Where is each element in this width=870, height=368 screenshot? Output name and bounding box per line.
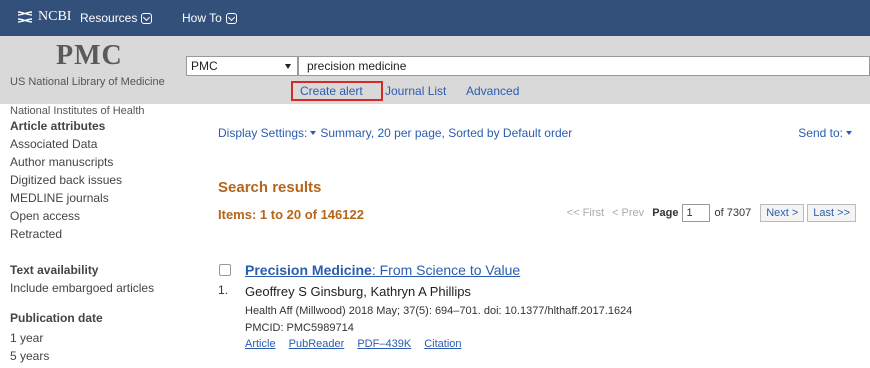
ncbi-logo-text: NCBI: [38, 9, 72, 24]
result-title-rest: : From Science to Value: [371, 262, 521, 278]
create-alert-highlight-box: [291, 81, 383, 101]
filter-5-years[interactable]: 5 years: [10, 349, 49, 363]
pdf-link[interactable]: PDF–439K: [357, 338, 411, 350]
sidebar-filters: National Institutes of Health Article at…: [0, 104, 185, 368]
ncbi-logo[interactable]: NCBI: [16, 9, 71, 25]
result-pmcid: PMCID: PMC5989714: [245, 322, 354, 334]
pubreader-link[interactable]: PubReader: [289, 338, 345, 350]
filter-open-access[interactable]: Open access: [10, 209, 80, 223]
article-link[interactable]: Article: [245, 338, 276, 350]
filter-associated-data[interactable]: Associated Data: [10, 137, 97, 151]
ncbi-top-bar: NCBI Resources How To: [0, 0, 870, 36]
search-input[interactable]: precision medicine: [298, 56, 870, 76]
send-to-label: Send to:: [798, 126, 843, 140]
advanced-link[interactable]: Advanced: [466, 84, 519, 98]
ncbi-helix-icon: [17, 11, 33, 23]
pmc-logo[interactable]: PMC: [56, 40, 123, 72]
pmc-header: PMC US National Library of Medicine PMC …: [0, 36, 870, 104]
filter-include-embargoed[interactable]: Include embargoed articles: [10, 281, 154, 295]
menu-how-to[interactable]: How To: [182, 11, 237, 25]
menu-resources[interactable]: Resources: [80, 11, 153, 25]
items-count: Items: 1 to 20 of 146122: [218, 207, 364, 222]
result-citation: Health Aff (Millwood) 2018 May; 37(5): 6…: [245, 305, 633, 317]
caret-down-icon: [310, 130, 317, 135]
filter-retracted[interactable]: Retracted: [10, 227, 62, 241]
page-number-input[interactable]: 1: [682, 204, 711, 222]
database-select[interactable]: PMC: [186, 56, 298, 76]
filter-heading-text-availability: Text availability: [10, 263, 99, 277]
result-title-highlight: Precision Medicine: [245, 262, 372, 278]
journal-list-link[interactable]: Journal List: [385, 84, 446, 98]
chevron-down-icon: [225, 12, 237, 24]
pager-first: << First: [566, 207, 605, 219]
library-name: US National Library of Medicine: [10, 76, 165, 88]
search-results-heading: Search results: [218, 179, 322, 196]
filter-author-manuscripts[interactable]: Author manuscripts: [10, 155, 113, 169]
pagination: << First < Prev Page 1 of 7307 Next > La…: [567, 203, 856, 223]
next-page-button[interactable]: Next >: [760, 204, 805, 222]
result-authors: Geoffrey S Ginsburg, Kathryn A Phillips: [245, 284, 471, 299]
result-number: 1.: [218, 283, 229, 297]
result-checkbox[interactable]: [219, 264, 231, 276]
database-select-value: PMC: [191, 59, 218, 73]
menu-how-to-label: How To: [182, 11, 222, 25]
filter-digitized-back-issues[interactable]: Digitized back issues: [10, 173, 122, 187]
filter-medline-journals[interactable]: MEDLINE journals: [10, 191, 109, 205]
dropdown-arrow-icon: [285, 64, 291, 69]
filter-heading-publication-date: Publication date: [10, 311, 103, 325]
institute-name: National Institutes of Health: [10, 105, 145, 117]
pager-page-label: Page: [652, 207, 679, 219]
display-settings[interactable]: Display Settings: Summary, 20 per page, S…: [218, 126, 572, 140]
display-settings-value: Summary, 20 per page, Sorted by Default …: [320, 126, 573, 140]
citation-link[interactable]: Citation: [424, 338, 461, 350]
menu-resources-label: Resources: [80, 11, 138, 25]
send-to-menu[interactable]: Send to:: [798, 126, 856, 140]
display-settings-label: Display Settings:: [218, 126, 308, 140]
pager-prev: < Prev: [612, 207, 645, 219]
result-links: Article PubReader PDF–439K Citation: [245, 338, 472, 350]
pager-total: of 7307: [714, 207, 752, 219]
last-page-button[interactable]: Last >>: [807, 204, 856, 222]
filter-heading-article-attributes: Article attributes: [10, 119, 106, 133]
chevron-down-icon: [141, 12, 153, 24]
result-title-link[interactable]: Precision Medicine: From Science to Valu…: [245, 262, 520, 278]
filter-1-year[interactable]: 1 year: [10, 331, 43, 345]
main-content: Display Settings: Summary, 20 per page, S…: [185, 104, 870, 368]
caret-down-icon: [846, 130, 852, 135]
